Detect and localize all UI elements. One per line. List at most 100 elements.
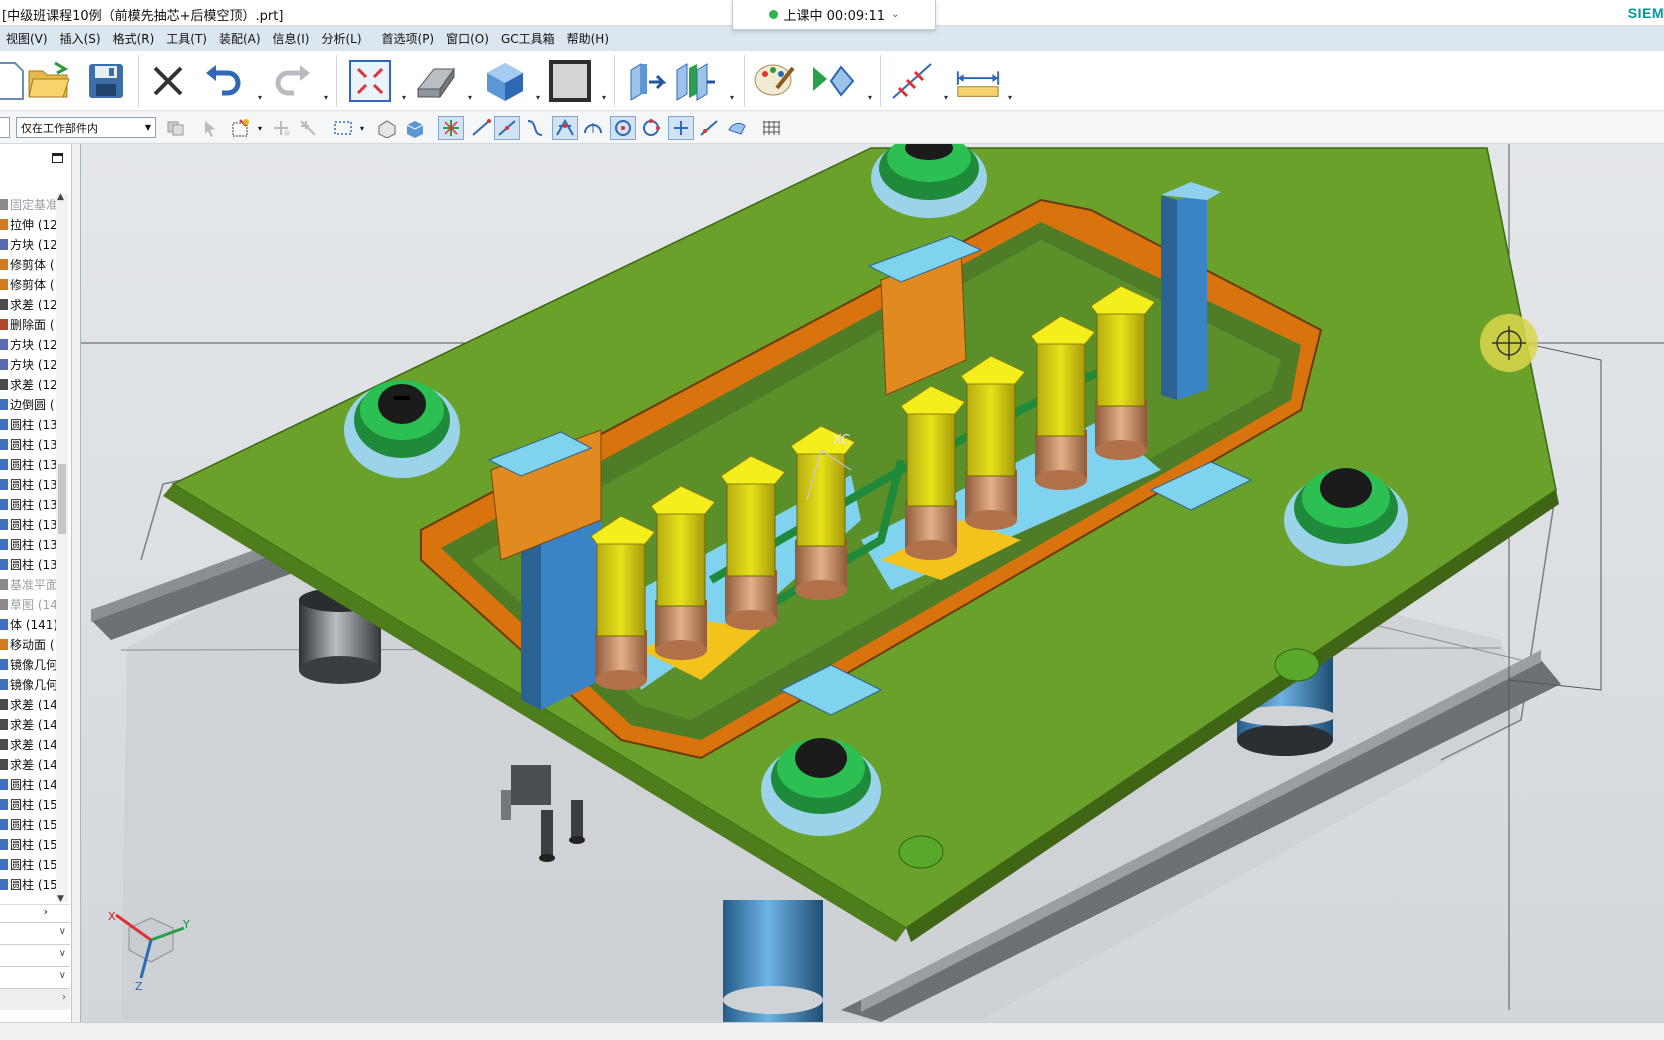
snap-enable-icon[interactable] — [438, 116, 464, 140]
redo-dropdown[interactable]: ▾ — [324, 93, 334, 103]
snap-tangent-icon[interactable] — [638, 116, 664, 140]
undo-dropdown[interactable]: ▾ — [258, 93, 268, 103]
tree-item[interactable]: 圆柱 (13 — [0, 454, 56, 474]
tree-item[interactable]: 体 (141) — [0, 614, 56, 634]
menu-item[interactable]: 插入(S) — [54, 30, 107, 47]
tree-item[interactable]: 修剪体 ( — [0, 274, 56, 294]
select-body-icon[interactable] — [402, 116, 428, 140]
tree-item[interactable]: 求差 (14 — [0, 754, 56, 774]
view-cursor-icon[interactable] — [1480, 314, 1538, 372]
tree-item[interactable]: 求差 (14 — [0, 694, 56, 714]
tree-item[interactable]: 固定基准 — [0, 194, 56, 214]
horizontal-scrollbar[interactable]: › — [0, 904, 70, 920]
bottom-scrollbar[interactable]: › — [0, 988, 70, 1010]
menu-item[interactable]: 工具(T) — [160, 30, 213, 47]
tree-item[interactable]: 求差 (12 — [0, 294, 56, 314]
tree-item[interactable]: 圆柱 (15 — [0, 814, 56, 834]
background-dropdown[interactable]: ▾ — [602, 93, 612, 103]
menu-item[interactable]: 帮助(H) — [561, 30, 615, 47]
tree-item[interactable]: 圆柱 (13 — [0, 414, 56, 434]
filter-add-icon[interactable] — [228, 116, 254, 140]
snap-point-icon[interactable] — [268, 116, 294, 140]
wcs-icon[interactable] — [888, 57, 936, 105]
tree-item[interactable]: 方块 (12 — [0, 354, 56, 374]
tree-item[interactable]: 草图 (14 — [0, 594, 56, 614]
snap-control-icon[interactable] — [522, 116, 548, 140]
preview-panel[interactable]: ∨ — [0, 966, 70, 988]
section-dropdown[interactable]: ▾ — [730, 93, 740, 103]
graphics-viewport[interactable]: XC X Y Z — [80, 144, 1664, 1022]
snap-grid-icon[interactable] — [296, 116, 322, 140]
shaded-edges-icon[interactable] — [412, 57, 460, 105]
tree-item[interactable]: 圆柱 (15 — [0, 854, 56, 874]
tree-item[interactable]: 方块 (12 — [0, 234, 56, 254]
open-folder-icon[interactable] — [25, 57, 73, 105]
undo-icon[interactable] — [200, 57, 248, 105]
dependencies-panel[interactable]: ∨ — [0, 922, 70, 944]
select-arrow-icon[interactable] — [198, 116, 224, 140]
tree-item[interactable]: 圆柱 (13 — [0, 534, 56, 554]
tree-item[interactable]: 圆柱 (15 — [0, 834, 56, 854]
wcs-dropdown[interactable]: ▾ — [944, 93, 954, 103]
tree-item[interactable]: 边倒圆 ( — [0, 394, 56, 414]
tree-item[interactable]: 圆柱 (14 — [0, 774, 56, 794]
tree-item[interactable]: 镜像几何 — [0, 674, 56, 694]
tree-item[interactable]: 圆柱 (13 — [0, 514, 56, 534]
tree-item[interactable]: 圆柱 (15 — [0, 874, 56, 894]
tree-item[interactable]: 拉伸 (12 — [0, 214, 56, 234]
tree-scrollbar[interactable]: ▲ ▼ — [56, 192, 68, 904]
show-hide-icon[interactable] — [808, 57, 856, 105]
menu-item[interactable]: GC工具箱 — [495, 30, 561, 47]
snap-arc-center-icon[interactable] — [580, 116, 606, 140]
menu-item[interactable]: 首选项(P) — [376, 30, 441, 47]
assembly-filter-icon[interactable] — [162, 116, 188, 140]
tree-item[interactable]: 镜像几何 — [0, 654, 56, 674]
shaded-body-icon[interactable] — [480, 57, 528, 105]
class-timer[interactable]: 上课中 00:09:11 ⌄ — [732, 0, 936, 30]
measure-dropdown[interactable]: ▾ — [1008, 93, 1018, 103]
tree-item[interactable]: 移动面 ( — [0, 634, 56, 654]
expand-icon[interactable]: ∨ — [59, 926, 66, 937]
snap-intersection-icon[interactable] — [552, 116, 578, 140]
show-hide-dropdown[interactable]: ▾ — [868, 93, 878, 103]
scroll-right-icon[interactable]: › — [44, 905, 48, 918]
grid-icon[interactable] — [758, 116, 784, 140]
snap-on-curve-icon[interactable] — [696, 116, 722, 140]
menu-item[interactable]: 窗口(O) — [440, 30, 495, 47]
select-mode-dropdown[interactable]: ▾ — [356, 116, 368, 140]
tree-item[interactable]: 圆柱 (15 — [0, 794, 56, 814]
save-icon[interactable] — [82, 57, 130, 105]
expand-icon[interactable]: ∨ — [59, 948, 66, 959]
rect-select-icon[interactable] — [330, 116, 356, 140]
details-panel[interactable]: ∨ — [0, 944, 70, 966]
tree-item[interactable]: 修剪体 ( — [0, 254, 56, 274]
expand-icon[interactable]: ∨ — [59, 970, 66, 981]
delete-icon[interactable] — [144, 57, 192, 105]
menu-item[interactable]: 格式(R) — [107, 30, 161, 47]
edit-object-display-icon[interactable] — [750, 57, 798, 105]
maximize-icon[interactable] — [52, 153, 63, 163]
menu-item[interactable]: 装配(A) — [213, 30, 267, 47]
type-filter-combo[interactable] — [0, 117, 10, 138]
fit-view-dropdown[interactable]: ▾ — [402, 93, 412, 103]
background-icon[interactable] — [546, 57, 594, 105]
fit-view-icon[interactable] — [346, 57, 394, 105]
mold-model-render[interactable]: XC X Y Z — [81, 144, 1664, 1022]
snap-endpoint-icon[interactable] — [468, 116, 494, 140]
scroll-up-icon[interactable]: ▲ — [57, 192, 64, 202]
tree-item[interactable]: 删除面 ( — [0, 314, 56, 334]
selection-scope-combo[interactable]: 仅在工作部件内 ▼ — [16, 117, 156, 138]
snap-quadrant-icon[interactable] — [610, 116, 636, 140]
select-face-icon[interactable] — [374, 116, 400, 140]
section-view-icon[interactable] — [622, 57, 670, 105]
tree-item[interactable]: 方块 (12 — [0, 334, 56, 354]
snap-on-face-icon[interactable] — [724, 116, 750, 140]
menu-item[interactable]: 分析(L) — [315, 30, 367, 47]
measure-distance-icon[interactable] — [954, 57, 1002, 105]
tree-item[interactable]: 求差 (14 — [0, 714, 56, 734]
snap-existing-point-icon[interactable] — [668, 116, 694, 140]
shaded-dropdown[interactable]: ▾ — [536, 93, 546, 103]
scroll-thumb[interactable] — [58, 464, 66, 534]
filter-dropdown[interactable]: ▾ — [254, 116, 266, 140]
menu-item[interactable]: 视图(V) — [0, 30, 54, 47]
